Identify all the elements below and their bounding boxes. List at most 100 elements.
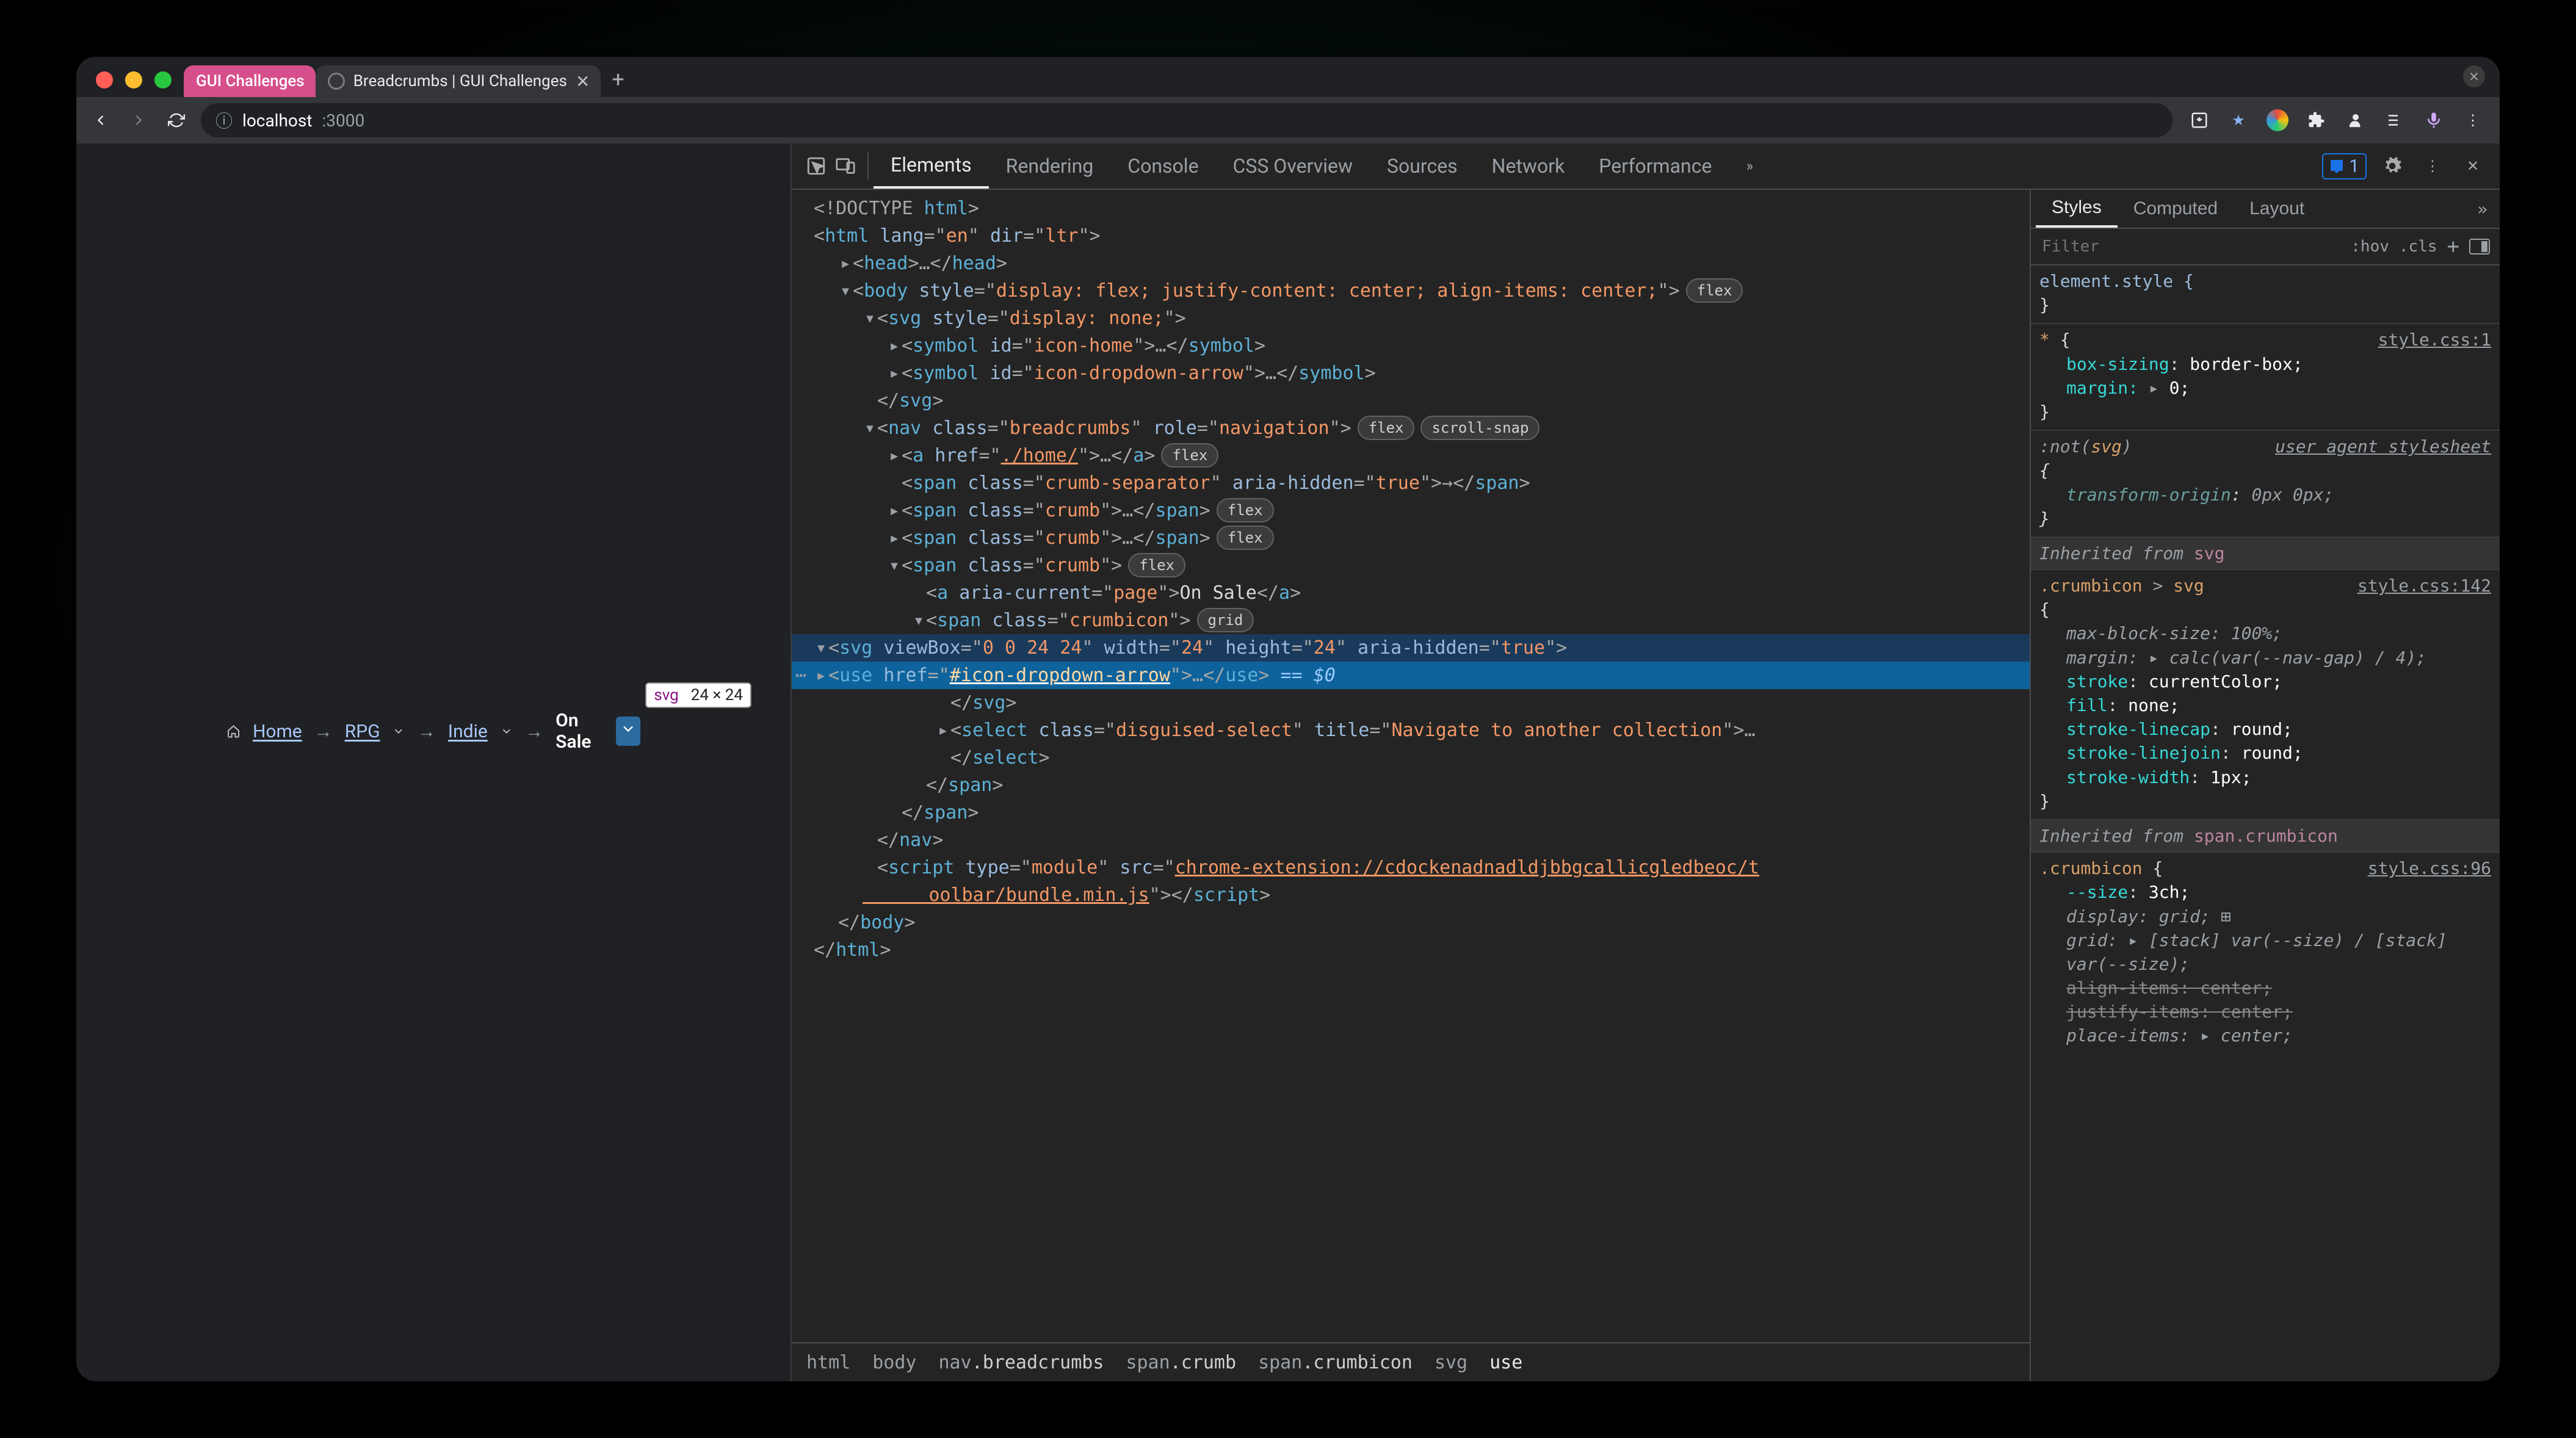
path-body[interactable]: body <box>872 1352 916 1373</box>
maximize-window-button[interactable] <box>154 71 172 89</box>
layout-badge[interactable]: grid <box>1197 608 1254 632</box>
extension-color-icon[interactable] <box>2267 109 2288 131</box>
layout-badge[interactable]: flex <box>1358 416 1415 440</box>
close-window-button[interactable] <box>96 71 113 89</box>
forward-button[interactable] <box>125 107 152 134</box>
cls-toggle[interactable]: .cls <box>2399 237 2437 256</box>
favicon-icon <box>328 73 345 90</box>
hov-toggle[interactable]: :hov <box>2351 237 2389 256</box>
separator-arrow-icon: → <box>525 721 543 742</box>
more-tabs-icon[interactable]: » <box>2470 199 2495 219</box>
tab-close-icon[interactable]: ✕ <box>576 71 590 92</box>
more-tabs-icon[interactable]: » <box>1735 151 1764 181</box>
toggle-computed-panel-icon[interactable] <box>2469 239 2490 255</box>
tab-computed[interactable]: Computed <box>2118 190 2234 228</box>
styles-filter-input[interactable] <box>2041 237 2341 256</box>
minimize-window-button[interactable] <box>125 71 142 89</box>
crumb-rpg[interactable]: RPG <box>345 721 380 742</box>
site-info-icon[interactable]: ⓘ <box>215 108 233 132</box>
tooltip-tag: svg <box>654 686 678 704</box>
path-span-crumbicon[interactable]: span.crumbicon <box>1258 1352 1413 1373</box>
tab-performance[interactable]: Performance <box>1582 143 1729 189</box>
tab-pinned[interactable]: GUI Challenges <box>184 65 316 97</box>
devtools-tabs: Elements Rendering Console CSS Overview … <box>792 143 2500 190</box>
layout-badge[interactable]: flex <box>1217 498 1274 522</box>
profile-icon[interactable] <box>2345 109 2367 131</box>
devtools-panel: Elements Rendering Console CSS Overview … <box>791 143 2500 1381</box>
back-button[interactable] <box>87 107 114 134</box>
tab-rendering[interactable]: Rendering <box>989 143 1111 189</box>
kebab-menu-icon[interactable]: ⋮ <box>2418 151 2447 181</box>
close-devtools-icon[interactable]: ✕ <box>2458 151 2487 181</box>
install-icon[interactable] <box>2188 109 2210 131</box>
styles-filter-bar: :hov .cls + <box>2031 229 2500 266</box>
extensions-icon[interactable] <box>2306 109 2328 131</box>
rule-crumbicon-svg: style.css:142 .crumbicon > svg { max-blo… <box>2031 570 2500 820</box>
chevron-down-icon[interactable] <box>393 723 405 740</box>
styles-rules[interactable]: element.style { } style.css:1 * { box-si… <box>2031 266 2500 1381</box>
layout-badge[interactable]: scroll-snap <box>1420 416 1539 440</box>
crumb-home[interactable]: Home <box>253 721 302 742</box>
crumb-indie[interactable]: Indie <box>448 721 488 742</box>
window-controls <box>91 71 184 97</box>
page-viewport: svg 24 × 24 Home → RPG → Indie → On Sale <box>76 143 791 1381</box>
separator-arrow-icon: → <box>418 721 436 742</box>
dom-breadcrumb-path[interactable]: html body nav.breadcrumbs span.crumb spa… <box>792 1342 2030 1381</box>
rule-star: style.css:1 * { box-sizing: border-box; … <box>2031 324 2500 431</box>
path-nav[interactable]: nav.breadcrumbs <box>939 1352 1104 1373</box>
new-rule-icon[interactable]: + <box>2447 234 2459 259</box>
content-area: svg 24 × 24 Home → RPG → Indie → On Sale <box>76 143 2500 1381</box>
home-icon <box>226 722 241 740</box>
dom-row-svg[interactable]: ▾<svg viewBox="0 0 24 24" width="24" hei… <box>792 634 2030 662</box>
dom-row-selected[interactable]: ⋯▸<use href="#icon-dropdown-arrow">…</us… <box>792 662 2030 689</box>
inherit-from-span: Inherited from span.crumbicon <box>2031 820 2500 853</box>
settings-gear-icon[interactable] <box>2378 151 2407 181</box>
path-span-crumb[interactable]: span.crumb <box>1126 1352 1236 1373</box>
tab-network[interactable]: Network <box>1475 143 1582 189</box>
kebab-menu-icon[interactable]: ⋮ <box>2462 109 2484 131</box>
rule-not-svg: user agent stylesheet :not(svg) { transf… <box>2031 431 2500 538</box>
styles-sidebar: Styles Computed Layout » :hov .cls + <box>2030 190 2500 1381</box>
layout-badge[interactable]: flex <box>1686 278 1743 303</box>
reading-list-icon[interactable] <box>2384 109 2406 131</box>
crumb-dropdown-selected[interactable] <box>616 717 640 746</box>
url-host: localhost <box>242 110 312 131</box>
layout-badge[interactable]: flex <box>1161 443 1218 468</box>
toolbar-actions: ★ ⋮ <box>2183 109 2489 131</box>
tab-elements[interactable]: Elements <box>874 143 989 189</box>
layout-badge[interactable]: flex <box>1217 526 1274 550</box>
reload-button[interactable] <box>163 107 190 134</box>
path-html[interactable]: html <box>806 1352 850 1373</box>
path-svg[interactable]: svg <box>1435 1352 1467 1373</box>
breadcrumbs-nav: Home → RPG → Indie → On Sale <box>226 710 640 753</box>
tooltip-dimensions: 24 × 24 <box>691 686 743 704</box>
tab-active[interactable]: Breadcrumbs | GUI Challenges ✕ <box>316 65 601 97</box>
source-link[interactable]: style.css:142 <box>2357 574 2491 598</box>
chrome-window: GUI Challenges Breadcrumbs | GUI Challen… <box>76 57 2500 1381</box>
inspect-icon[interactable] <box>801 151 831 181</box>
tab-css-overview[interactable]: CSS Overview <box>1216 143 1370 189</box>
bookmark-star-icon[interactable]: ★ <box>2227 109 2249 131</box>
address-bar[interactable]: ⓘ localhost:3000 <box>201 103 2173 137</box>
source-ua: user agent stylesheet <box>2275 435 2491 458</box>
issues-count: 1 <box>2349 156 2359 177</box>
tab-styles[interactable]: Styles <box>2036 190 2118 228</box>
tab-layout[interactable]: Layout <box>2234 190 2320 228</box>
dom-tree[interactable]: <!DOCTYPE html> <html lang="en" dir="ltr… <box>792 190 2030 1342</box>
browser-toolbar: ⓘ localhost:3000 ★ ⋮ <box>76 97 2500 143</box>
source-link[interactable]: style.css:1 <box>2378 328 2491 352</box>
tab-console[interactable]: Console <box>1110 143 1215 189</box>
tab-sources[interactable]: Sources <box>1370 143 1475 189</box>
layout-badge[interactable]: flex <box>1128 553 1185 577</box>
device-toggle-icon[interactable] <box>831 151 860 181</box>
mic-icon[interactable] <box>2423 109 2445 131</box>
tab-pinned-label: GUI Challenges <box>196 72 305 90</box>
new-tab-button[interactable]: + <box>612 67 624 97</box>
path-use[interactable]: use <box>1489 1352 1522 1373</box>
issues-badge[interactable]: 1 <box>2322 153 2367 179</box>
chevron-down-icon <box>620 720 637 737</box>
selected-node-suffix: == $0 <box>1269 665 1335 686</box>
chevron-down-icon[interactable] <box>500 723 513 740</box>
source-link[interactable]: style.css:96 <box>2368 856 2491 880</box>
styles-tabs: Styles Computed Layout » <box>2031 190 2500 229</box>
